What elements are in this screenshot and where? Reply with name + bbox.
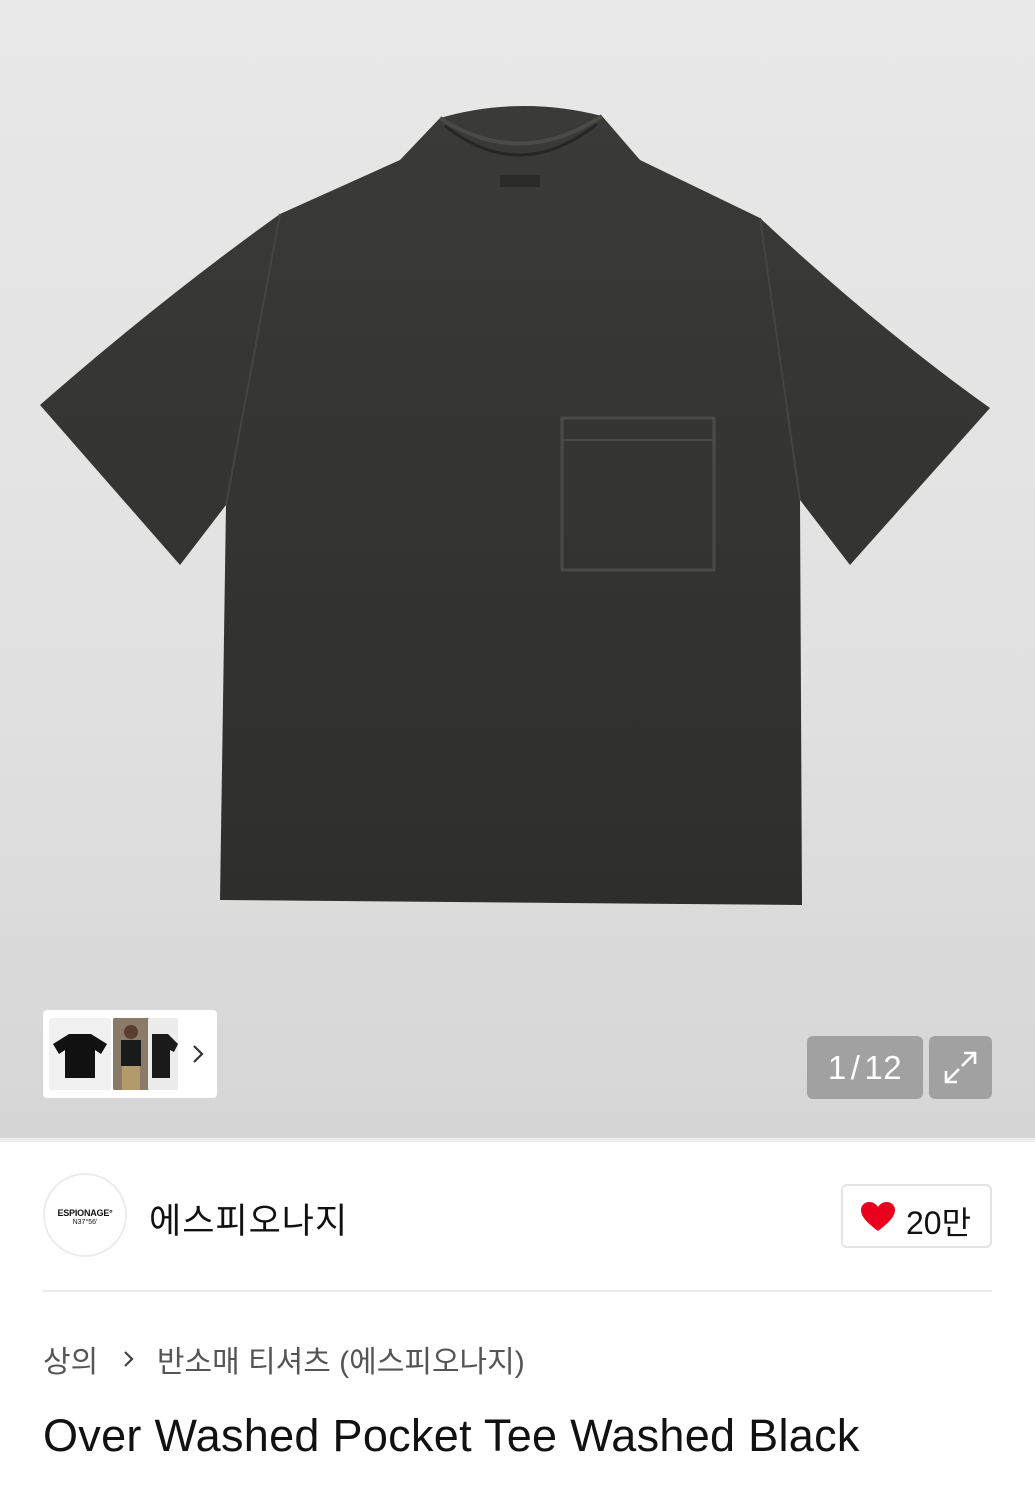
- product-title: Over Washed Pocket Tee Washed Black: [43, 1410, 860, 1461]
- like-count: 20만: [906, 1205, 972, 1241]
- brand-logo-subtext: N37°56': [72, 1219, 98, 1226]
- brand-row: ESPIONAGE° N37°56' 에스피오나지 20만: [43, 1173, 992, 1259]
- section-divider: [0, 1138, 1035, 1142]
- product-gallery[interactable]: 1/12: [0, 0, 1035, 1138]
- brand-logo-text: ESPIONAGE°: [57, 1208, 113, 1218]
- divider: [43, 1290, 992, 1292]
- brand-logo[interactable]: ESPIONAGE° N37°56': [43, 1173, 127, 1257]
- chevron-right-icon: [123, 1351, 134, 1367]
- breadcrumb-category[interactable]: 상의: [43, 1346, 98, 1379]
- thumbnail-tee-front[interactable]: [49, 1018, 111, 1090]
- chevron-right-icon[interactable]: [188, 1040, 208, 1068]
- breadcrumb-subcategory[interactable]: 반소매 티셔츠 (에스피오나지): [157, 1346, 525, 1379]
- thumbnail-tee-back[interactable]: [148, 1018, 178, 1090]
- thumbnail-strip[interactable]: [43, 1010, 217, 1098]
- thumbnail-model[interactable]: [113, 1018, 150, 1090]
- heart-icon: [861, 1202, 895, 1231]
- like-button[interactable]: 20만: [841, 1184, 992, 1248]
- image-page-counter: 1/12: [807, 1036, 923, 1099]
- current-page: 1: [827, 1049, 847, 1086]
- brand-name[interactable]: 에스피오나지: [149, 1193, 348, 1244]
- total-pages: 12: [864, 1049, 903, 1086]
- page-separator: /: [850, 1049, 861, 1086]
- breadcrumb: 상의 반소매 티셔츠 (에스피오나지): [43, 1337, 525, 1379]
- product-image[interactable]: [0, 0, 1035, 1000]
- expand-button[interactable]: [929, 1036, 992, 1099]
- expand-arrows-icon: [944, 1051, 977, 1084]
